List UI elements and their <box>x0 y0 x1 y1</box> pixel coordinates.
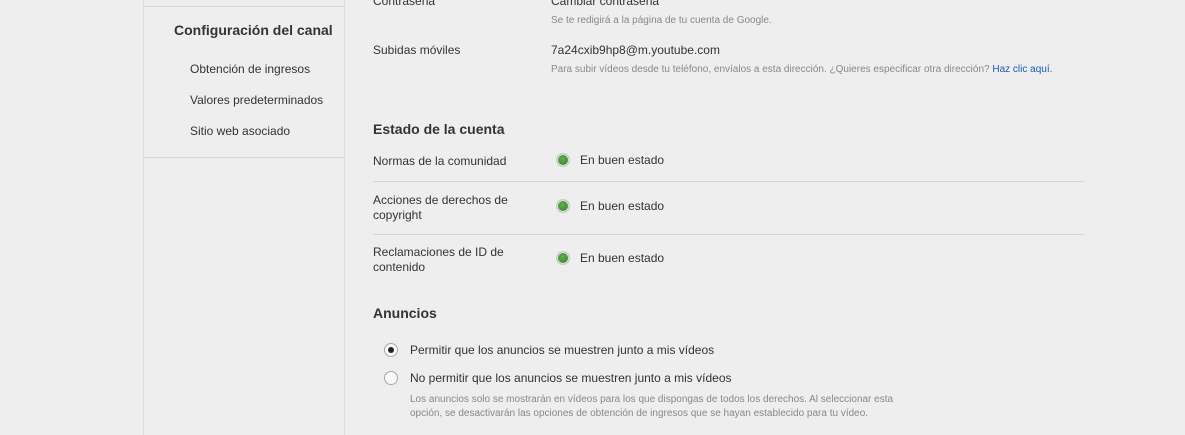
row-divider <box>373 234 1084 235</box>
status-text: En buen estado <box>580 153 665 167</box>
sidebar-divider-top <box>144 6 344 7</box>
mobile-uploads-label: Subidas móviles <box>373 43 461 57</box>
radio-button-checked[interactable] <box>384 343 398 357</box>
password-label: Contraseña <box>373 0 436 8</box>
status-text: En buen estado <box>580 199 665 213</box>
status-label-community: Normas de la comunidad <box>373 154 507 168</box>
status-label-content-id: Reclamaciones de ID de contenido <box>373 245 504 274</box>
status-ok-icon <box>556 199 570 213</box>
mobile-uploads-change-link[interactable]: Haz clic aquí. <box>992 64 1052 75</box>
password-hint: Se te redigirá a la página de tu cuenta … <box>551 15 772 26</box>
mobile-uploads-hint: Para subir vídeos desde tu teléfono, env… <box>551 63 1081 77</box>
status-ok-icon <box>556 251 570 265</box>
allow-ads-label: Permitir que los anuncios se muestren ju… <box>410 343 715 357</box>
ads-title: Anuncios <box>373 305 437 321</box>
mobile-uploads-hint-text: Para subir vídeos desde tu teléfono, env… <box>551 64 990 75</box>
channel-settings-sidebar: Configuración del canal Obtención de ing… <box>143 0 345 435</box>
mobile-upload-email: 7a24cxib9hp8@m.youtube.com <box>551 43 720 57</box>
main-content: Contraseña Cambiar contraseña Se te redi… <box>373 0 1085 435</box>
ads-note: Los anuncios solo se mostrarán en vídeos… <box>410 394 894 419</box>
account-status-title: Estado de la cuenta <box>373 121 505 137</box>
sidebar-item-monetization[interactable]: Obtención de ingresos <box>190 62 310 76</box>
sidebar-divider-bottom <box>144 157 344 158</box>
status-label-copyright: Acciones de derechos de copyright <box>373 193 508 222</box>
allow-ads-option[interactable]: Permitir que los anuncios se muestren ju… <box>384 343 714 357</box>
status-content-id: En buen estado <box>556 251 664 265</box>
status-community: En buen estado <box>556 153 664 167</box>
disallow-ads-option[interactable]: No permitir que los anuncios se muestren… <box>384 371 732 385</box>
change-password-link[interactable]: Cambiar contraseña <box>551 0 659 8</box>
radio-button-unchecked[interactable] <box>384 371 398 385</box>
sidebar-title: Configuración del canal <box>174 22 333 38</box>
status-copyright: En buen estado <box>556 199 664 213</box>
status-ok-icon <box>556 153 570 167</box>
row-divider <box>373 181 1084 182</box>
disallow-ads-label: No permitir que los anuncios se muestren… <box>410 371 732 385</box>
sidebar-item-associated-website[interactable]: Sitio web asociado <box>190 124 290 138</box>
sidebar-item-defaults[interactable]: Valores predeterminados <box>190 93 323 107</box>
status-text: En buen estado <box>580 251 665 265</box>
